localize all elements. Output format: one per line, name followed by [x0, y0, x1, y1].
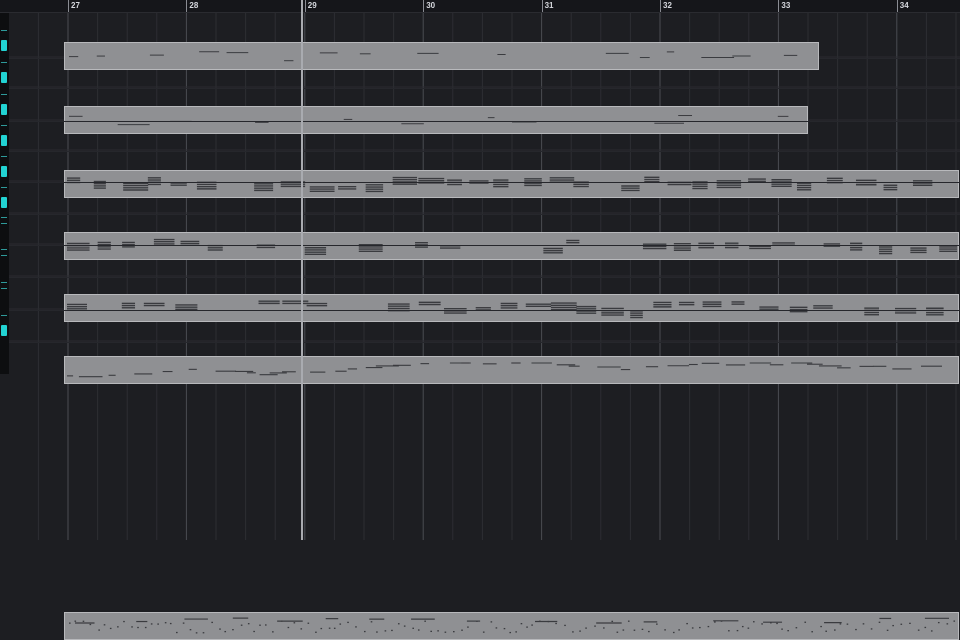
playhead-cursor[interactable] — [300, 0, 303, 540]
bar-number-29: 29 — [307, 1, 317, 10]
track-level-tick — [1, 62, 7, 63]
track-level-tick — [1, 288, 7, 289]
track-lane[interactable] — [9, 90, 960, 198]
bar-tick — [541, 0, 543, 12]
timeline-ruler[interactable]: 27 28 29 30 31 32 33 34 — [0, 0, 960, 13]
track-level-tick — [1, 249, 7, 250]
bar-tick — [660, 0, 661, 12]
bar-number-30: 30 — [426, 1, 436, 10]
track-lane[interactable] — [9, 278, 960, 311]
track-lane[interactable] — [9, 58, 960, 134]
track-active-indicator — [1, 40, 7, 51]
track-active-indicator — [1, 166, 7, 177]
track-active-indicator — [1, 197, 7, 208]
track-level-tick — [1, 30, 7, 31]
track-lane[interactable] — [9, 121, 960, 260]
track-level-tick — [1, 315, 7, 316]
track-lane[interactable] — [9, 311, 960, 640]
track-level-tick — [1, 187, 7, 188]
bar-number-33: 33 — [781, 1, 791, 10]
track-active-indicator — [1, 325, 7, 336]
bar-tick — [778, 0, 780, 12]
bar-number-28: 28 — [189, 1, 199, 10]
track-lane[interactable] — [9, 152, 960, 322]
track-lane[interactable] — [9, 213, 960, 246]
bar-number-27: 27 — [71, 1, 80, 10]
arrange-area[interactable] — [9, 12, 960, 640]
track-lane[interactable] — [9, 183, 960, 384]
track-level-tick — [1, 255, 7, 256]
track-level-tick — [1, 217, 7, 218]
track-level-tick — [1, 125, 7, 126]
track-level-tick — [1, 223, 7, 224]
midi-part[interactable] — [64, 612, 959, 640]
track-level-tick — [1, 94, 7, 95]
bar-number-34: 34 — [899, 1, 909, 10]
part-note-display — [69, 617, 956, 634]
bar-tick — [186, 0, 188, 12]
track-active-indicator — [1, 104, 7, 115]
midi-part[interactable] — [64, 356, 959, 384]
bar-tick — [896, 0, 898, 12]
bar-number-31: 31 — [544, 1, 554, 10]
track-lane[interactable] — [9, 26, 960, 70]
bar-tick — [423, 0, 425, 12]
bar-tick — [304, 0, 306, 12]
track-level-strip — [0, 12, 9, 374]
track-level-tick — [1, 156, 7, 157]
track-active-indicator — [1, 72, 7, 83]
bar-number-32: 32 — [663, 1, 672, 10]
bar-tick — [68, 0, 69, 12]
track-active-indicator — [1, 135, 7, 146]
part-note-display — [67, 362, 943, 378]
track-lane[interactable] — [9, 245, 960, 278]
track-level-tick — [1, 282, 7, 283]
